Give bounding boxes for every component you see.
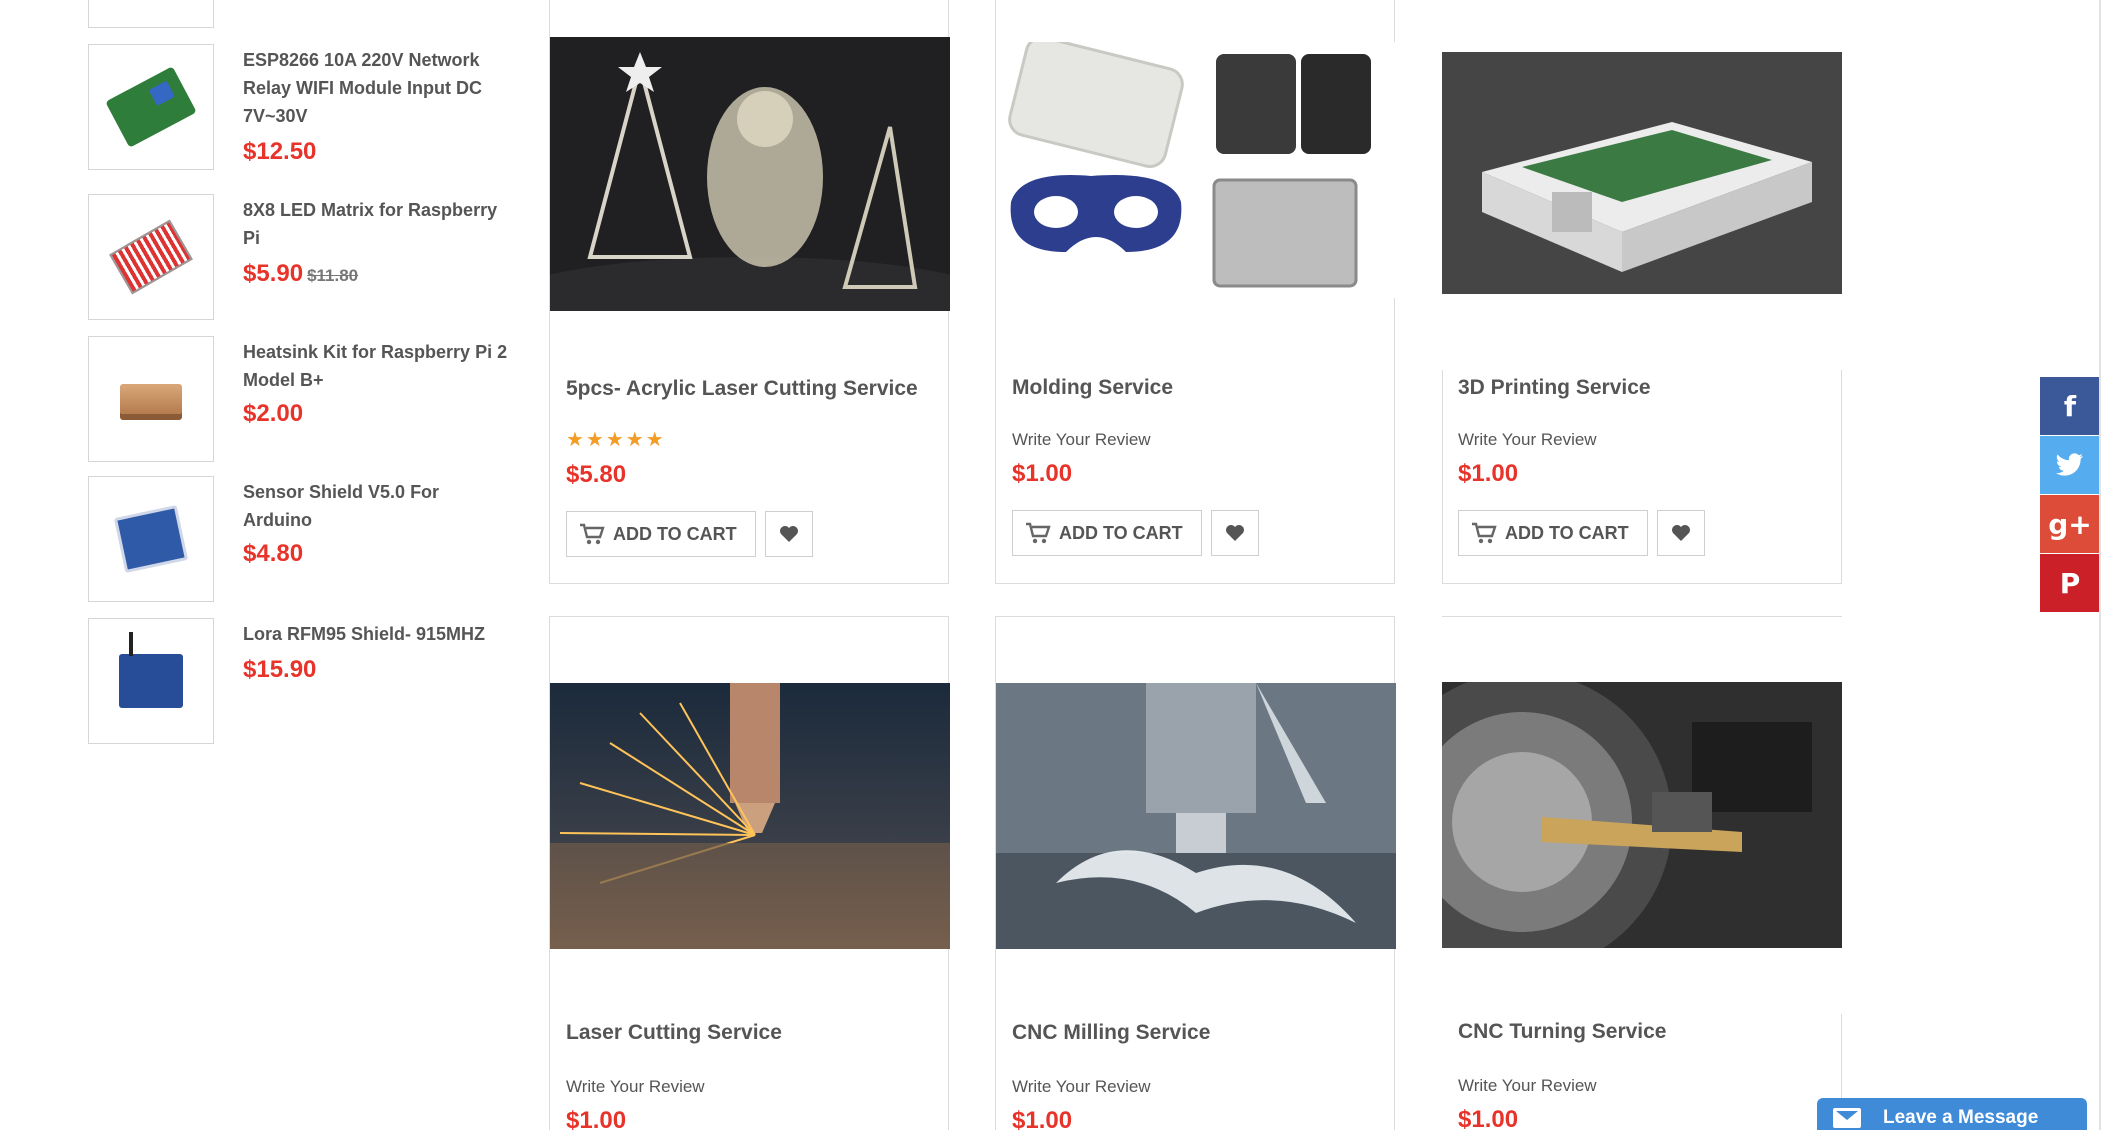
- molding-art: [1008, 42, 1371, 288]
- product-card: CNC Milling Service Write Your Review $1…: [995, 616, 1396, 1130]
- wishlist-button[interactable]: [1211, 510, 1259, 556]
- side-item-title[interactable]: Heatsink Kit for Raspberry Pi 2 Model B+: [243, 338, 508, 394]
- side-item-price: $12.50: [243, 138, 317, 165]
- side-item-title[interactable]: Lora RFM95 Shield- 915MHZ: [243, 620, 508, 648]
- side-thumb-partial[interactable]: [88, 0, 214, 28]
- heart-icon: [1672, 525, 1690, 541]
- product-price: $1.00: [1012, 460, 1073, 487]
- product-price: $5.80: [566, 461, 627, 488]
- heart-icon: [1226, 525, 1244, 541]
- twitter-icon: [2056, 453, 2083, 476]
- side-item-title[interactable]: Sensor Shield V5.0 For Arduino: [243, 478, 508, 534]
- product-thumbnail[interactable]: [88, 618, 214, 744]
- product-thumbnail[interactable]: [88, 476, 214, 602]
- side-item-price: $15.90: [243, 656, 317, 683]
- product-price: $1.00: [1012, 1107, 1073, 1130]
- add-to-cart-button[interactable]: ADD TO CART: [566, 511, 756, 557]
- write-review-link[interactable]: Write Your Review: [1458, 1076, 1597, 1096]
- cnc-turning-art: [1442, 682, 1842, 948]
- cart-icon: [1026, 522, 1051, 544]
- side-item-title[interactable]: 8X8 LED Matrix for Raspberry Pi: [243, 196, 508, 252]
- card-divider: [1442, 583, 1842, 584]
- product-price: $1.00: [1458, 460, 1519, 487]
- side-item-title[interactable]: ESP8266 10A 220V Network Relay WIFI Modu…: [243, 46, 508, 130]
- sale-price: $5.90: [243, 260, 304, 287]
- product-title[interactable]: CNC Milling Service: [1012, 1021, 1210, 1045]
- product-card: Laser Cutting Service Write Your Review …: [549, 616, 950, 1130]
- product-title[interactable]: CNC Turning Service: [1458, 1020, 1666, 1044]
- laser-cutting-art: [550, 683, 950, 949]
- side-item-price: $5.90 $11.80: [243, 260, 358, 288]
- rating-stars: ★★★★★: [566, 429, 666, 451]
- wishlist-button[interactable]: [765, 511, 813, 557]
- wishlist-button[interactable]: [1657, 510, 1705, 556]
- add-to-cart-button[interactable]: ADD TO CART: [1012, 510, 1202, 556]
- acrylic-art: [550, 37, 950, 311]
- product-title[interactable]: 5pcs- Acrylic Laser Cutting Service: [566, 377, 918, 401]
- side-item-price: $2.00: [243, 400, 304, 427]
- product-image[interactable]: [1442, 52, 1842, 294]
- product-image[interactable]: [996, 42, 1396, 298]
- product-card: CNC Turning Service Write Your Review $1…: [1442, 616, 1842, 1130]
- facebook-share-button[interactable]: f: [2040, 377, 2100, 435]
- googleplus-icon: g+: [2048, 507, 2092, 541]
- leave-message-label: Leave a Message: [1883, 1107, 2039, 1128]
- product-image[interactable]: [550, 683, 950, 949]
- product-card: 5pcs- Acrylic Laser Cutting Service ★★★★…: [549, 0, 950, 584]
- product-thumbnail[interactable]: [88, 194, 214, 320]
- envelope-icon: [1833, 1108, 1861, 1128]
- add-to-cart-label: ADD TO CART: [1059, 522, 1183, 543]
- googleplus-share-button[interactable]: g+: [2040, 495, 2100, 553]
- product-thumbnail[interactable]: [88, 44, 214, 170]
- cart-icon: [1472, 522, 1497, 544]
- write-review-link[interactable]: Write Your Review: [1012, 1077, 1151, 1097]
- add-to-cart-label: ADD TO CART: [613, 523, 737, 544]
- old-price: $11.80: [307, 266, 359, 285]
- 3d-print-art: [1442, 52, 1842, 294]
- product-image[interactable]: [1442, 682, 1842, 948]
- facebook-icon: f: [2063, 389, 2077, 423]
- product-title[interactable]: 3D Printing Service: [1458, 376, 1651, 400]
- card-divider: [1841, 370, 1842, 584]
- card-divider: [1442, 370, 1443, 584]
- twitter-share-button[interactable]: [2040, 436, 2100, 494]
- pinterest-share-button[interactable]: P: [2040, 554, 2100, 612]
- add-to-cart-label: ADD TO CART: [1505, 522, 1629, 543]
- product-card: Molding Service Write Your Review $1.00 …: [995, 0, 1396, 584]
- product-title[interactable]: Molding Service: [1012, 376, 1173, 400]
- add-to-cart-button[interactable]: ADD TO CART: [1458, 510, 1648, 556]
- product-price: $1.00: [566, 1107, 627, 1130]
- heart-icon: [780, 526, 798, 542]
- leave-message-button[interactable]: Leave a Message: [1817, 1098, 2087, 1130]
- cnc-milling-art: [996, 683, 1396, 949]
- product-image[interactable]: [996, 683, 1396, 949]
- page-edge-divider: [2099, 0, 2101, 1130]
- side-item-price: $4.80: [243, 540, 304, 567]
- product-card: 3D Printing Service Write Your Review $1…: [1442, 0, 1842, 584]
- product-price: $1.00: [1458, 1106, 1519, 1130]
- write-review-link[interactable]: Write Your Review: [1458, 430, 1597, 450]
- write-review-link[interactable]: Write Your Review: [566, 1077, 705, 1097]
- card-divider: [1442, 616, 1842, 617]
- write-review-link[interactable]: Write Your Review: [1012, 430, 1151, 450]
- product-image[interactable]: [550, 37, 950, 311]
- cart-icon: [580, 523, 605, 545]
- pinterest-icon: P: [2059, 566, 2081, 600]
- product-title[interactable]: Laser Cutting Service: [566, 1021, 782, 1045]
- product-thumbnail[interactable]: [88, 336, 214, 462]
